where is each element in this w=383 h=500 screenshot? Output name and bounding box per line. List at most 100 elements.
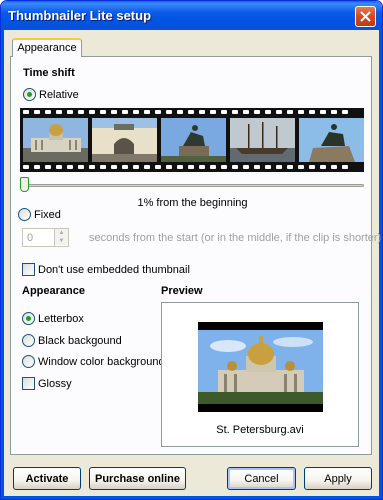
spin-up-icon[interactable]: ▲ bbox=[55, 229, 68, 237]
film-hole bbox=[298, 110, 304, 114]
activate-button[interactable]: Activate bbox=[13, 467, 81, 490]
film-hole bbox=[221, 165, 227, 169]
film-hole bbox=[177, 165, 183, 169]
film-hole bbox=[56, 110, 62, 114]
black-background-radio[interactable] bbox=[22, 334, 35, 347]
relative-label[interactable]: Relative bbox=[39, 89, 79, 101]
film-hole bbox=[309, 110, 315, 114]
film-hole bbox=[144, 110, 150, 114]
film-hole bbox=[287, 165, 293, 169]
fixed-radio[interactable] bbox=[18, 208, 31, 221]
film-hole bbox=[166, 165, 172, 169]
film-frame-3 bbox=[161, 118, 226, 162]
title-bar[interactable]: Thumbnailer Lite setup bbox=[1, 1, 382, 30]
film-hole bbox=[210, 165, 216, 169]
film-hole bbox=[342, 165, 348, 169]
relative-radio[interactable] bbox=[23, 88, 36, 101]
film-hole bbox=[265, 165, 271, 169]
film-hole bbox=[111, 110, 117, 114]
film-hole bbox=[265, 110, 271, 114]
film-hole bbox=[221, 110, 227, 114]
seconds-spinner[interactable]: 0 ▲ ▼ bbox=[22, 228, 69, 247]
apply-button[interactable]: Apply bbox=[304, 467, 372, 490]
letterbox-label[interactable]: Letterbox bbox=[38, 313, 84, 325]
tab-appearance[interactable]: Appearance bbox=[12, 38, 82, 57]
film-hole bbox=[188, 110, 194, 114]
seconds-caption: seconds from the start (or in the middle… bbox=[89, 232, 382, 244]
film-frame-2 bbox=[92, 118, 157, 162]
time-slider-track[interactable] bbox=[20, 184, 364, 187]
film-holes-top bbox=[20, 110, 364, 115]
film-hole bbox=[133, 165, 139, 169]
film-holes-bottom bbox=[20, 165, 364, 170]
film-frame-4 bbox=[230, 118, 295, 162]
film-hole bbox=[144, 165, 150, 169]
film-hole bbox=[45, 165, 51, 169]
time-slider-thumb[interactable] bbox=[20, 177, 29, 192]
film-hole bbox=[320, 110, 326, 114]
glossy-label[interactable]: Glossy bbox=[38, 378, 72, 390]
window-title: Thumbnailer Lite setup bbox=[8, 8, 152, 23]
fixed-label[interactable]: Fixed bbox=[34, 209, 61, 221]
film-hole bbox=[276, 165, 282, 169]
film-hole bbox=[199, 165, 205, 169]
film-hole bbox=[100, 110, 106, 114]
film-frame-5 bbox=[299, 118, 364, 162]
glossy-checkbox[interactable] bbox=[22, 377, 35, 390]
film-hole bbox=[23, 110, 29, 114]
spinner-buttons[interactable]: ▲ ▼ bbox=[54, 229, 68, 246]
preview-thumbnail bbox=[198, 322, 323, 412]
window-color-label[interactable]: Window color background bbox=[38, 356, 165, 368]
film-hole bbox=[56, 165, 62, 169]
film-hole bbox=[199, 110, 205, 114]
film-hole bbox=[320, 165, 326, 169]
film-hole bbox=[89, 165, 95, 169]
appearance-heading: Appearance bbox=[22, 285, 85, 297]
film-hole bbox=[243, 110, 249, 114]
film-hole bbox=[23, 165, 29, 169]
film-hole bbox=[331, 165, 337, 169]
film-hole bbox=[89, 110, 95, 114]
film-hole bbox=[122, 110, 128, 114]
letterbox-radio[interactable] bbox=[22, 312, 35, 325]
film-hole bbox=[166, 110, 172, 114]
slider-caption: 1% from the beginning bbox=[137, 197, 248, 209]
film-hole bbox=[188, 165, 194, 169]
film-hole bbox=[243, 165, 249, 169]
film-hole bbox=[254, 165, 260, 169]
film-hole bbox=[177, 110, 183, 114]
film-hole bbox=[45, 110, 51, 114]
film-hole bbox=[78, 110, 84, 114]
film-hole bbox=[309, 165, 315, 169]
film-hole bbox=[34, 110, 40, 114]
black-background-label[interactable]: Black backgound bbox=[38, 335, 122, 347]
film-hole bbox=[111, 165, 117, 169]
film-hole bbox=[232, 110, 238, 114]
purchase-online-button[interactable]: Purchase online bbox=[89, 467, 186, 490]
time-shift-heading: Time shift bbox=[23, 67, 75, 79]
embedded-thumbnail-label[interactable]: Don't use embedded thumbnail bbox=[38, 264, 190, 276]
film-hole bbox=[155, 165, 161, 169]
film-hole bbox=[342, 110, 348, 114]
film-hole bbox=[210, 110, 216, 114]
film-frame-1 bbox=[23, 118, 88, 162]
film-hole bbox=[122, 165, 128, 169]
film-hole bbox=[78, 165, 84, 169]
film-hole bbox=[133, 110, 139, 114]
filmstrip bbox=[20, 108, 364, 172]
film-hole bbox=[155, 110, 161, 114]
window-color-radio[interactable] bbox=[22, 355, 35, 368]
film-hole bbox=[254, 110, 260, 114]
cancel-button[interactable]: Cancel bbox=[227, 467, 296, 490]
film-hole bbox=[276, 110, 282, 114]
film-hole bbox=[34, 165, 40, 169]
embedded-thumbnail-checkbox[interactable] bbox=[22, 263, 35, 276]
preview-filename: St. Petersburg.avi bbox=[216, 424, 304, 436]
setup-window: Thumbnailer Lite setup Appearance Time s… bbox=[0, 0, 383, 500]
film-hole bbox=[298, 165, 304, 169]
film-hole bbox=[287, 110, 293, 114]
close-button[interactable] bbox=[355, 6, 376, 27]
film-hole bbox=[331, 110, 337, 114]
film-hole bbox=[100, 165, 106, 169]
spin-down-icon[interactable]: ▼ bbox=[55, 237, 68, 245]
